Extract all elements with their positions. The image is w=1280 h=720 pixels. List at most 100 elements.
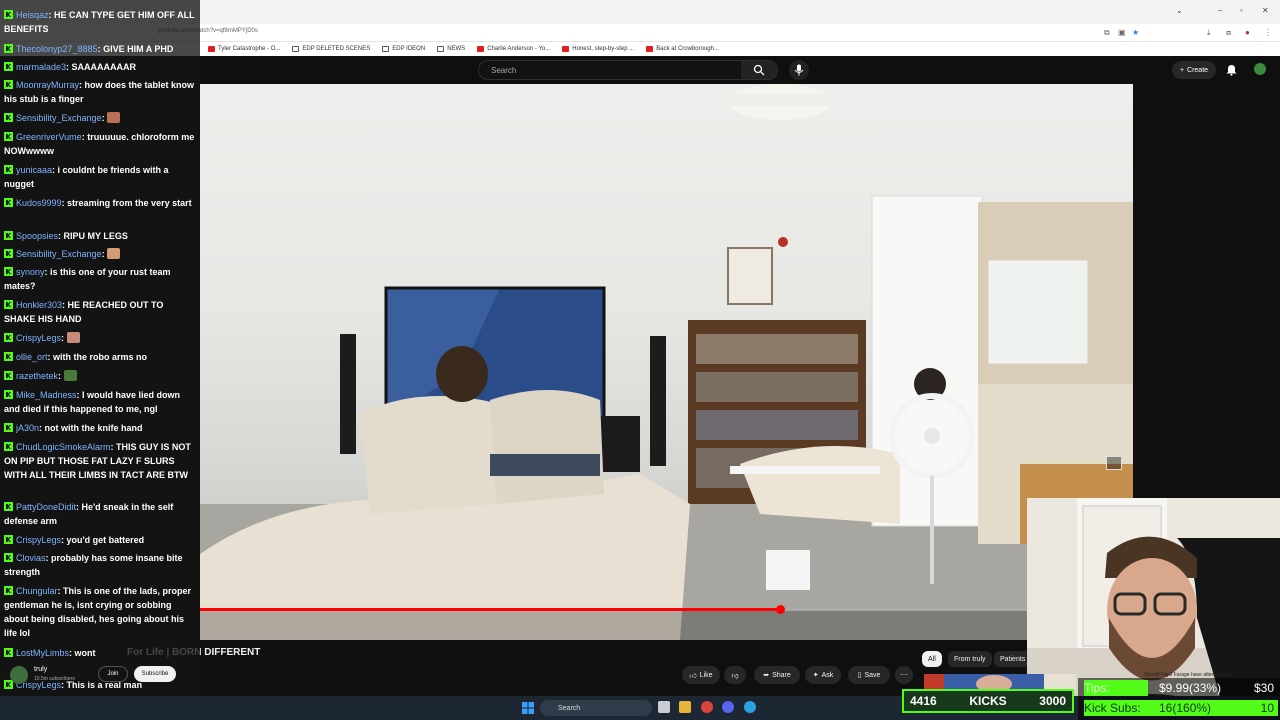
save-button[interactable]: ▯ Save	[848, 666, 890, 684]
kick-badge-icon	[4, 502, 13, 511]
plus-icon: +	[1179, 66, 1185, 74]
chat-username[interactable]: Kudos9999	[16, 198, 62, 208]
bookmark-item[interactable]: EDP IDEON	[382, 46, 425, 52]
kick-badge-icon	[4, 586, 13, 595]
progress-scrubber[interactable]	[776, 605, 785, 614]
bookmark-item[interactable]: Charlie Anderson - Yo...	[477, 46, 550, 52]
chat-username[interactable]: razethetek	[16, 371, 58, 381]
chat-message: razethetek:	[4, 369, 196, 383]
chat-username[interactable]: Honkler303	[16, 300, 62, 310]
bookmark-item[interactable]: Honest, step-by-step ...	[562, 46, 634, 52]
search-icon	[753, 64, 765, 76]
chat-username[interactable]: PattyDoneDidit	[16, 502, 76, 512]
chat-username[interactable]: yunicaaa	[16, 165, 52, 175]
chat-username[interactable]: synony	[16, 267, 45, 277]
share-icon: ➦	[763, 672, 770, 679]
create-button[interactable]: + Create	[1172, 61, 1216, 79]
youtube-icon	[208, 46, 215, 52]
telegram-icon[interactable]	[744, 701, 756, 713]
chat-text: RIPU MY LEGS	[63, 231, 128, 241]
subscribe-button[interactable]: Subscribe	[134, 666, 176, 682]
chip-patients[interactable]: Patients	[994, 651, 1032, 667]
chat-message: CrispyLegs:	[4, 331, 196, 345]
chat-username[interactable]: LostMyLimbs	[16, 648, 69, 658]
extensions-icon[interactable]: ⧈	[1226, 28, 1231, 38]
chevron-down-icon[interactable]: ⌄	[1176, 6, 1183, 15]
cast-icon[interactable]: ⧉	[1104, 28, 1110, 38]
chat-message: Thecolonyp27_8885: GIVE HIM A PHD	[4, 42, 196, 56]
chat-emote-icon	[63, 370, 77, 381]
chat-username[interactable]: CrispyLegs	[16, 535, 61, 545]
chat-username[interactable]: marmalade3	[16, 62, 66, 72]
kicks-counter: 4416 KICKS 3000	[902, 689, 1074, 713]
bookmark-item[interactable]: NEWS	[437, 46, 465, 52]
screenshot-icon[interactable]: ▣	[1118, 28, 1126, 37]
windows-start-icon[interactable]	[522, 701, 534, 714]
discord-icon[interactable]	[722, 701, 734, 713]
chat-message: Clovias: probably has some insane bite s…	[4, 551, 196, 579]
chat-message: PattyDoneDidit: He'd sneak in the self d…	[4, 500, 196, 528]
channel-avatar[interactable]	[10, 666, 28, 684]
news-thumbnail[interactable]	[924, 674, 1076, 690]
bookmark-item[interactable]: Tyler Catastrophe - O...	[208, 46, 280, 52]
video-progress-bar[interactable]	[200, 605, 1028, 614]
chat-username[interactable]: jA30n	[16, 423, 39, 433]
profile-icon[interactable]: ●	[1245, 28, 1250, 37]
chat-username[interactable]: ChudLogicSmokeAlarm	[16, 442, 111, 452]
chat-username[interactable]: MoonrayMurray	[16, 80, 79, 90]
chip-from-channel[interactable]: From truly	[948, 651, 992, 667]
progress-played	[200, 608, 780, 611]
dislike-button[interactable]: 👎︎	[724, 666, 746, 684]
chat-username[interactable]: ollie_ort	[16, 352, 48, 362]
chat-username[interactable]: CrispyLegs	[16, 333, 61, 343]
close-icon[interactable]: ✕	[1262, 6, 1269, 15]
chrome-icon[interactable]	[701, 701, 713, 713]
youtube-icon	[646, 46, 654, 52]
chat-username[interactable]: Clovias	[16, 553, 46, 563]
chat-username[interactable]: Mike_Madness	[16, 390, 77, 400]
kick-badge-icon	[4, 300, 13, 309]
like-button[interactable]: 👍︎ Like	[682, 666, 720, 684]
chip-all[interactable]: All	[922, 651, 942, 667]
maximize-icon[interactable]: ▫	[1240, 6, 1243, 15]
search-box[interactable]: Search	[478, 60, 778, 80]
chat-message: Honkler303: HE REACHED OUT TO SHAKE HIS …	[4, 298, 196, 326]
file-explorer-icon[interactable]	[679, 701, 691, 713]
search-button[interactable]	[741, 61, 777, 79]
chat-message: Chungular: This is one of the lads, prop…	[4, 584, 196, 640]
kick-badge-icon	[4, 535, 13, 544]
bookmark-item[interactable]: EDP DELETED SCENES	[292, 46, 370, 52]
tips-value: $9.99(33%)	[1159, 681, 1222, 695]
task-view-icon[interactable]	[658, 701, 670, 713]
kicks-left-value: 4416	[910, 694, 937, 708]
chat-username[interactable]: Spoopsies	[16, 231, 58, 241]
kick-badge-icon	[4, 165, 13, 174]
minimize-icon[interactable]: –	[1218, 6, 1222, 15]
ask-button[interactable]: ✦ Ask	[805, 666, 841, 684]
chat-username[interactable]: Heisqaz	[16, 10, 49, 20]
menu-icon[interactable]: ⋮	[1264, 28, 1272, 37]
video-player[interactable]	[200, 84, 1133, 640]
join-button[interactable]: Join	[98, 666, 128, 682]
notifications-button[interactable]	[1223, 62, 1239, 78]
share-button[interactable]: ➦ Share	[754, 666, 800, 684]
chat-username[interactable]: Chungular	[16, 586, 58, 596]
chat-username[interactable]: Sensibility_Exchange	[16, 249, 102, 259]
download-icon[interactable]: ⤓	[1207, 28, 1211, 38]
chat-message: ollie_ort: with the robo arms no	[4, 350, 196, 364]
chat-emote-icon	[107, 112, 121, 123]
account-avatar[interactable]	[1254, 63, 1266, 75]
voice-search-button[interactable]	[789, 60, 809, 80]
bookmark-star-icon[interactable]: ★	[1132, 28, 1139, 37]
taskbar-search[interactable]: Search	[540, 700, 652, 716]
chat-text: wont	[74, 648, 96, 658]
bookmark-item[interactable]: Back at Crowborough...	[646, 46, 719, 52]
more-actions-button[interactable]: ⋯	[895, 666, 913, 684]
chat-username[interactable]: GreenriverVume	[16, 132, 82, 142]
channel-name[interactable]: truly	[34, 666, 47, 673]
chat-username[interactable]: Thecolonyp27_8885	[16, 44, 98, 54]
miniplayer-icon[interactable]	[1106, 456, 1122, 470]
search-input[interactable]: Search	[491, 66, 516, 75]
kick-badge-icon	[4, 352, 13, 361]
chat-username[interactable]: Sensibility_Exchange	[16, 113, 102, 123]
